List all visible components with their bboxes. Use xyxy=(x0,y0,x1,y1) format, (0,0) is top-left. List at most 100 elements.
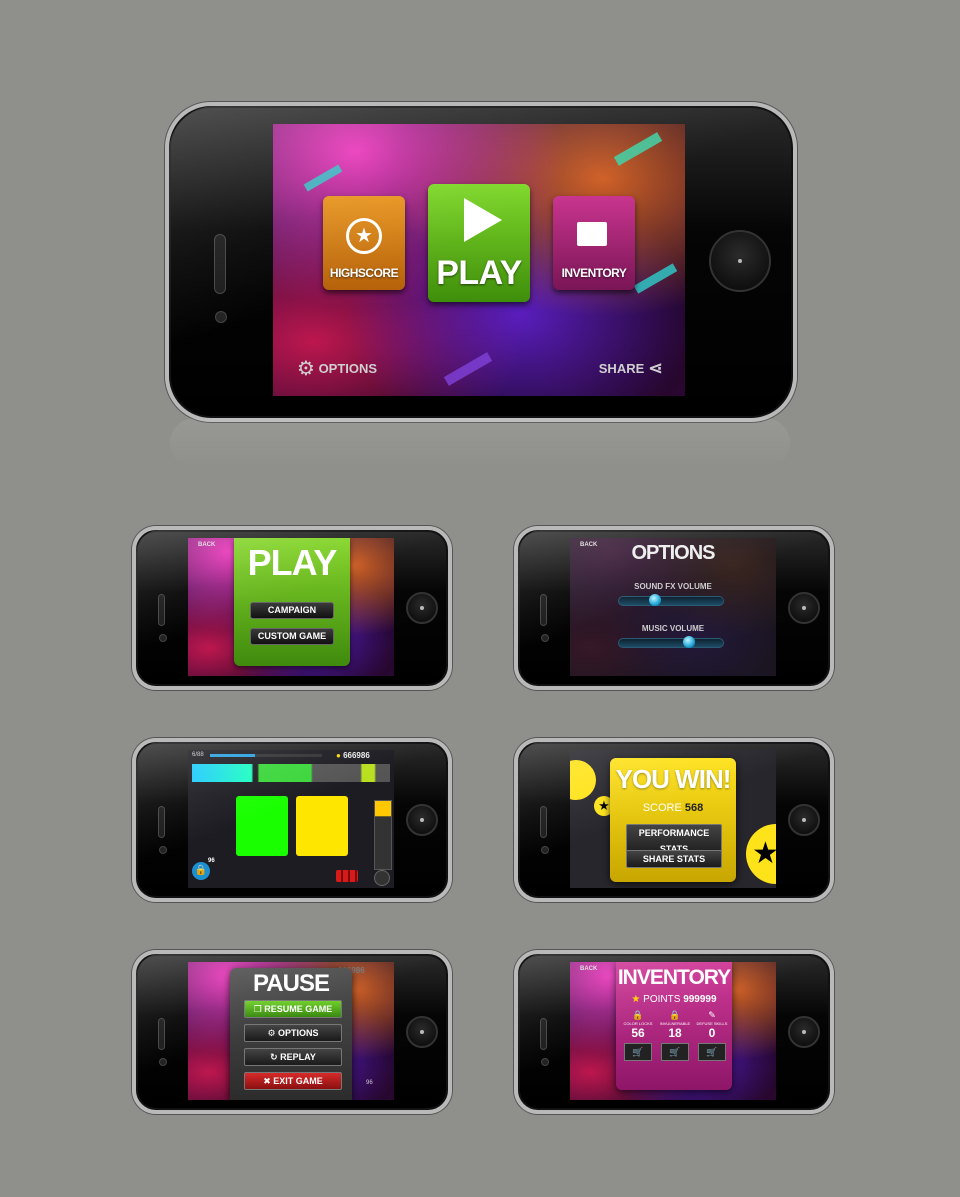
music-volume-label: MUSIC VOLUME xyxy=(641,624,705,633)
locks-count: 96 xyxy=(208,858,215,864)
level-counter: 6/88 xyxy=(192,752,204,758)
speaker-grille xyxy=(158,806,165,838)
sound-fx-slider[interactable] xyxy=(618,594,724,606)
points-label: POINTS xyxy=(643,994,681,1005)
lock-icon: 🔒 xyxy=(194,865,208,876)
home-button[interactable] xyxy=(788,592,820,624)
inventory-item-value: 0 xyxy=(708,1026,716,1040)
star-icon: ★ xyxy=(346,218,382,254)
home-button[interactable] xyxy=(788,1016,820,1048)
win-title: YOU WIN! xyxy=(615,764,732,794)
main-phone: ★ HIGHSCORE PLAY INVENTORY ⚙ OPTIONS SHA… xyxy=(165,102,797,422)
resume-icon: ❐ xyxy=(253,1004,265,1014)
sound-fx-label: SOUND FX VOLUME xyxy=(634,582,712,591)
color-tile-right[interactable] xyxy=(296,796,348,856)
gear-icon: ⚙ xyxy=(267,1028,279,1038)
speaker-grille xyxy=(540,594,547,626)
home-button[interactable] xyxy=(406,1016,438,1048)
inventory-item: 🔒 COLOR LOCKS 56 🛒 xyxy=(620,1010,656,1061)
highscore-label: HIGHSCORE xyxy=(329,266,399,280)
speaker-grille xyxy=(540,806,547,838)
front-camera xyxy=(159,1058,167,1066)
options-label: OPTIONS xyxy=(278,1028,319,1038)
pause-screen: 666986 PAUSE ❐ RESUME GAME ⚙ OPTIONS ↻ R… xyxy=(188,962,394,1100)
play-menu-screen: BACK PLAY CAMPAIGN CUSTOM GAME xyxy=(188,538,394,676)
resume-game-button[interactable]: ❐ RESUME GAME xyxy=(244,1000,342,1018)
points-row: ★ POINTS 999999 xyxy=(616,994,732,1005)
home-button[interactable] xyxy=(406,592,438,624)
lock-icon: 🔒 xyxy=(632,1010,644,1020)
exit-label: EXIT GAME xyxy=(273,1076,323,1086)
resume-label: RESUME GAME xyxy=(264,1004,333,1014)
play-label: PLAY xyxy=(436,254,522,292)
speaker-grille xyxy=(158,594,165,626)
play-panel: PLAY CAMPAIGN CUSTOM GAME xyxy=(234,538,350,666)
front-camera xyxy=(159,846,167,854)
campaign-button[interactable]: CAMPAIGN xyxy=(250,602,334,619)
cart-icon[interactable]: 🛒 xyxy=(698,1043,726,1061)
lock-button[interactable]: 🔒 xyxy=(192,862,210,880)
music-volume-slider[interactable] xyxy=(618,636,724,648)
inventory-button[interactable]: INVENTORY xyxy=(553,196,635,290)
score-display: ● 666986 xyxy=(336,751,370,760)
options-screen: BACK OPTIONS SOUND FX VOLUME MUSIC VOLUM… xyxy=(570,538,776,676)
play-button[interactable]: PLAY xyxy=(428,184,530,302)
play-menu-phone: BACK PLAY CAMPAIGN CUSTOM GAME xyxy=(132,526,452,690)
share-icon: ⋖ xyxy=(647,358,663,378)
front-camera xyxy=(541,846,549,854)
speaker-grille xyxy=(540,1018,547,1050)
color-tile-left[interactable] xyxy=(236,796,288,856)
inventory-item-value: 18 xyxy=(668,1026,682,1040)
front-camera xyxy=(159,634,167,642)
cart-icon[interactable]: 🛒 xyxy=(624,1043,652,1061)
tool-icon: ✎ xyxy=(708,1010,716,1020)
music-knob[interactable] xyxy=(683,636,696,648)
pause-phone: 666986 PAUSE ❐ RESUME GAME ⚙ OPTIONS ↻ R… xyxy=(132,950,452,1114)
win-score: SCORE 568 xyxy=(610,802,736,814)
close-icon: ✖ xyxy=(263,1076,274,1086)
coin-icon: ★ xyxy=(631,994,641,1005)
highscore-button[interactable]: ★ HIGHSCORE xyxy=(323,196,405,290)
score-label: SCORE xyxy=(642,802,682,814)
replay-button[interactable]: ↻ REPLAY xyxy=(244,1048,342,1066)
inventory-item: 🔒 INVULNERABLE 18 🛒 xyxy=(657,1010,693,1061)
progress-bar xyxy=(210,754,322,757)
home-button[interactable] xyxy=(709,230,771,292)
inventory-title: INVENTORY xyxy=(617,966,731,989)
options-button[interactable]: ⚙ OPTIONS xyxy=(297,356,377,381)
front-camera xyxy=(215,311,227,323)
options-phone: BACK OPTIONS SOUND FX VOLUME MUSIC VOLUM… xyxy=(514,526,834,690)
sound-fx-knob[interactable] xyxy=(649,594,662,606)
cart-icon[interactable]: 🛒 xyxy=(661,1043,689,1061)
side-meter xyxy=(374,800,392,870)
speaker-grille xyxy=(158,1018,165,1050)
back-button[interactable]: BACK xyxy=(198,542,215,548)
inventory-screen: BACK INVENTORY ★ POINTS 999999 🔒 COLOR LO… xyxy=(570,962,776,1100)
color-track xyxy=(192,764,390,782)
inventory-item: ✎ DEFUSE SKILLS 0 🛒 xyxy=(694,1010,730,1061)
options-button[interactable]: ⚙ OPTIONS xyxy=(244,1024,342,1042)
points-value: 999999 xyxy=(683,994,717,1005)
pause-panel: PAUSE ❐ RESUME GAME ⚙ OPTIONS ↻ REPLAY ✖… xyxy=(230,968,352,1100)
home-button[interactable] xyxy=(406,804,438,836)
options-title: OPTIONS xyxy=(631,542,715,564)
share-button[interactable]: SHARE ⋖ xyxy=(599,358,663,379)
inventory-panel: INVENTORY ★ POINTS 999999 🔒 COLOR LOCKS 56… xyxy=(616,962,732,1090)
inventory-item-value: 56 xyxy=(631,1026,645,1040)
score-value: 666986 xyxy=(343,751,370,760)
custom-game-button[interactable]: CUSTOM GAME xyxy=(250,628,334,645)
inventory-label: INVENTORY xyxy=(561,266,627,280)
pause-title: PAUSE xyxy=(253,970,330,997)
back-button[interactable]: BACK xyxy=(580,966,597,972)
replay-icon: ↻ xyxy=(270,1052,281,1062)
win-panel: YOU WIN! SCORE 568 PERFORMANCE STATS SHA… xyxy=(610,758,736,882)
inventory-phone: BACK INVENTORY ★ POINTS 999999 🔒 COLOR LO… xyxy=(514,950,834,1114)
share-stats-button[interactable]: SHARE STATS xyxy=(626,850,722,868)
home-button[interactable] xyxy=(788,804,820,836)
exit-game-button[interactable]: ✖ EXIT GAME xyxy=(244,1072,342,1090)
tool-button[interactable] xyxy=(374,870,390,886)
gameplay-screen: 6/88 ● 666986 🔒 96 xyxy=(188,750,394,888)
dynamite-icon xyxy=(336,870,358,882)
gear-icon: ⚙ xyxy=(297,358,315,380)
win-screen: ★ ★ YOU WIN! SCORE 568 PERFORMANCE STATS… xyxy=(570,750,776,888)
